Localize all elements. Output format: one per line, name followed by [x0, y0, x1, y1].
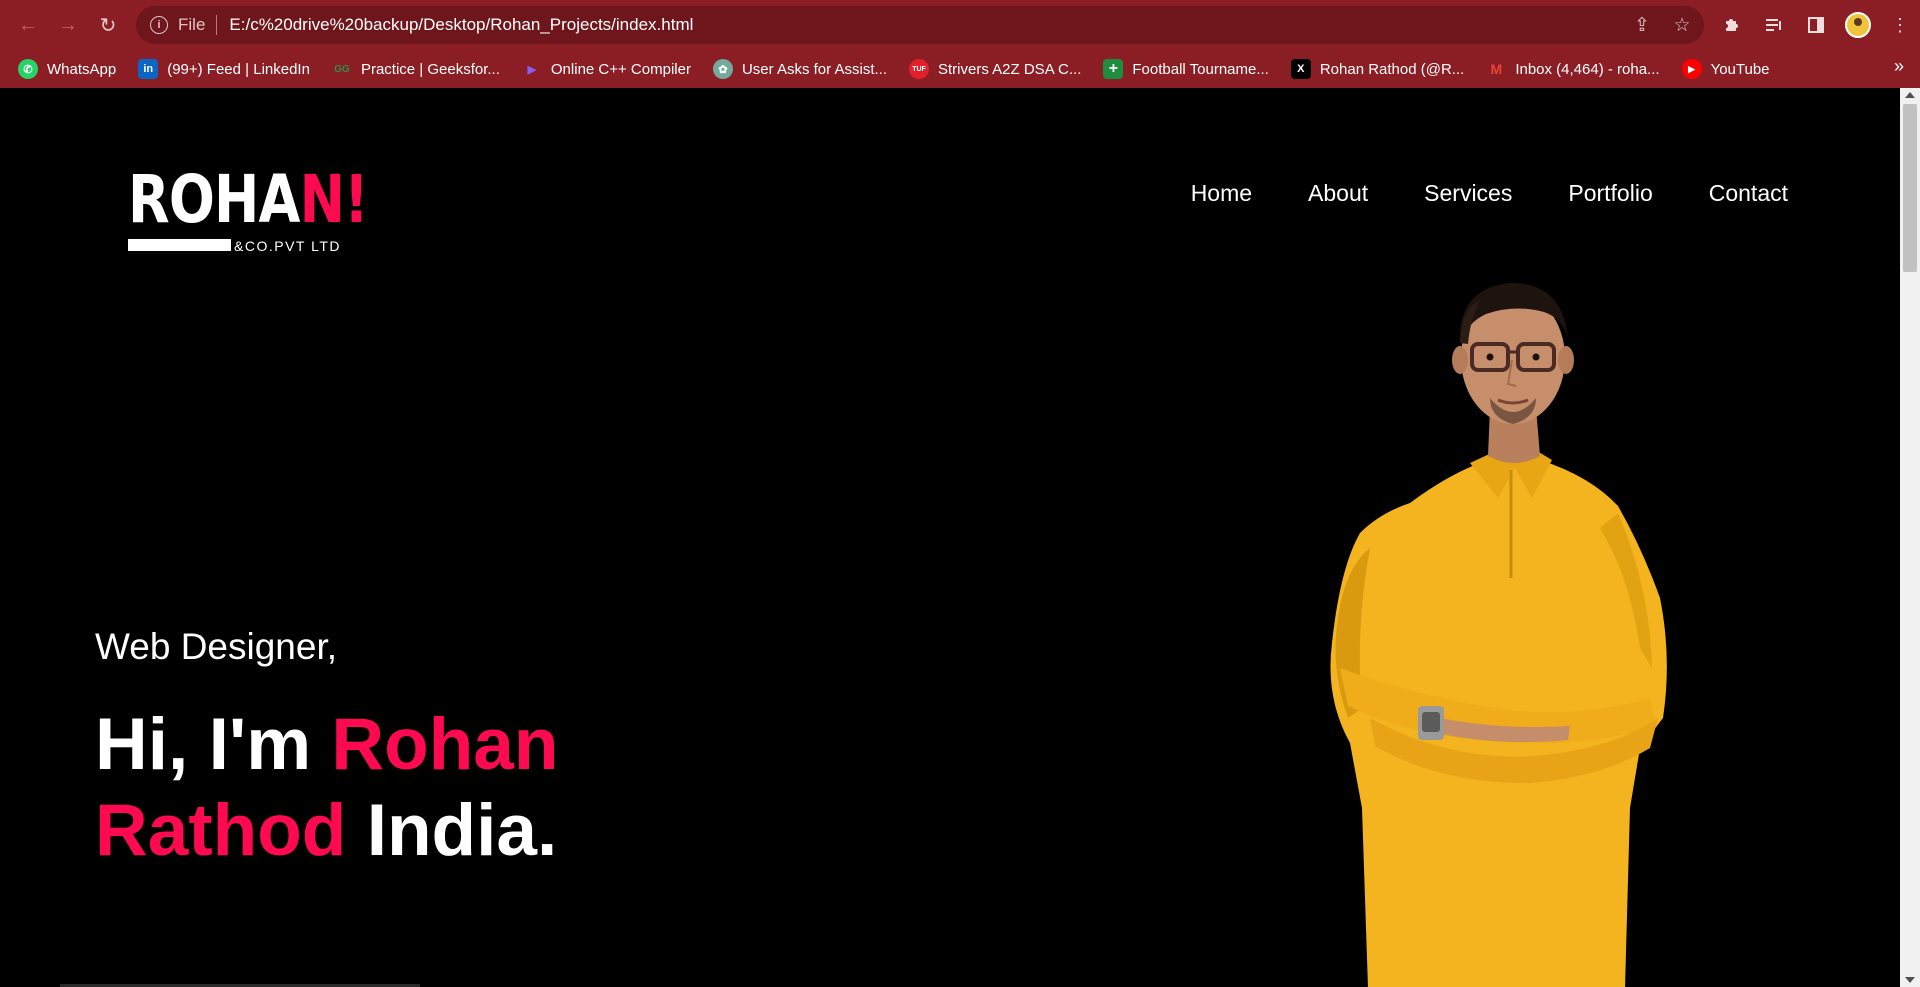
url-text[interactable]: E:/c%20drive%20backup/Desktop/Rohan_Proj…	[229, 15, 693, 35]
nav-portfolio[interactable]: Portfolio	[1568, 180, 1652, 207]
bookmark-whatsapp[interactable]: ✆ WhatsApp	[16, 54, 126, 84]
address-bar[interactable]: i File E:/c%20drive%20backup/Desktop/Roh…	[136, 6, 1704, 44]
nav-about[interactable]: About	[1308, 180, 1368, 207]
url-scheme-label: File	[178, 15, 206, 34]
more-bookmarks-icon[interactable]: »	[1894, 56, 1904, 77]
reload-icon: ↻	[99, 14, 117, 37]
scroll-down-arrow-icon[interactable]	[1905, 977, 1915, 983]
bookmark-youtube[interactable]: ▶ YouTube	[1680, 54, 1780, 84]
avatar	[1845, 12, 1871, 38]
youtube-icon: ▶	[1681, 59, 1702, 79]
gmail-icon: M	[1490, 61, 1503, 77]
bookmark-label: (99+) Feed | LinkedIn	[167, 60, 310, 78]
hero-title-first-name: Rohan	[331, 704, 559, 785]
side-panel-icon[interactable]	[1800, 9, 1832, 41]
nav-contact[interactable]: Contact	[1709, 180, 1788, 207]
bookmark-label: User Asks for Assist...	[741, 60, 887, 78]
bookmark-star-icon[interactable]: ☆	[1670, 14, 1694, 37]
logo-text: ROHA	[128, 161, 300, 238]
bookmark-geeksforgeeks[interactable]: GG Practice | Geeksfor...	[330, 54, 510, 84]
x-icon: X	[1290, 59, 1311, 79]
toolbar-actions: ⋮	[1716, 5, 1916, 45]
bookmark-x[interactable]: X Rohan Rathod (@R...	[1289, 54, 1474, 84]
bookmark-compiler[interactable]: ▶ Online C++ Compiler	[520, 54, 701, 84]
linkedin-icon: in	[138, 59, 159, 79]
logo-accent-text: N!	[299, 161, 369, 238]
hero-title-prefix: Hi, I'm	[95, 704, 332, 785]
browser-toolbar: ← → ↻ i File E:/c%20drive%20backup/Deskt…	[0, 0, 1920, 50]
extensions-icon[interactable]	[1716, 9, 1748, 41]
bookmark-label: YouTube	[1710, 60, 1770, 78]
hero-title-suffix: India.	[346, 790, 558, 871]
logo-subtitle: &CO.PVT LTD	[234, 238, 342, 254]
sheets-icon: +	[1103, 59, 1124, 79]
bookmark-linkedin[interactable]: in (99+) Feed | LinkedIn	[136, 54, 320, 84]
main-navigation: Home About Services Portfolio Contact	[1191, 180, 1788, 207]
bookmark-football[interactable]: + Football Tourname...	[1101, 54, 1278, 84]
bookmark-label: Online C++ Compiler	[550, 60, 691, 78]
scrollbar-thumb[interactable]	[1903, 104, 1917, 272]
site-logo[interactable]: ROHAN! &CO.PVT LTD	[128, 160, 369, 254]
arrow-right-icon: →	[58, 13, 78, 36]
tuf-icon: TUF	[909, 59, 929, 79]
nav-home[interactable]: Home	[1191, 180, 1252, 207]
site-info-icon[interactable]: i	[150, 16, 168, 34]
profile-avatar[interactable]	[1842, 9, 1874, 41]
forward-button[interactable]: →	[48, 5, 88, 45]
reload-button[interactable]: ↻	[88, 5, 128, 45]
logo-wordmark: ROHAN!	[128, 160, 369, 240]
compiler-icon: ▶	[527, 63, 537, 76]
menu-icon[interactable]: ⋮	[1884, 9, 1916, 41]
bookmark-label: Football Tourname...	[1132, 60, 1269, 78]
bookmark-label: Strivers A2Z DSA C...	[938, 60, 1082, 78]
bookmark-chatgpt[interactable]: ✿ User Asks for Assist...	[711, 54, 897, 84]
chatgpt-icon: ✿	[712, 59, 733, 79]
bookmark-label: Rohan Rathod (@R...	[1319, 60, 1465, 78]
hero-title-last-name: Rathod	[95, 790, 347, 871]
whatsapp-icon: ✆	[18, 59, 38, 79]
bookmark-label: Practice | Geeksfor...	[360, 60, 500, 78]
logo-underline-bar	[128, 239, 231, 251]
scroll-up-arrow-icon[interactable]	[1905, 92, 1915, 98]
page-scrollbar[interactable]	[1900, 88, 1920, 987]
address-divider	[216, 15, 218, 35]
web-page: ROHAN! &CO.PVT LTD Home About Services P…	[0, 88, 1900, 987]
portrait-image	[1330, 282, 1667, 987]
media-controls-icon[interactable]	[1758, 9, 1790, 41]
arrow-left-icon: ←	[18, 13, 38, 36]
share-icon[interactable]: ⇪	[1630, 14, 1654, 37]
hero-title: Hi, I'm Rohan Rathod India.	[95, 702, 559, 874]
hero-subtitle: Web Designer,	[95, 626, 337, 667]
bookmark-label: Inbox (4,464) - roha...	[1515, 60, 1660, 78]
bookmark-strivers[interactable]: TUF Strivers A2Z DSA C...	[907, 54, 1091, 84]
address-bar-actions: ⇪ ☆	[1630, 6, 1694, 44]
bookmark-label: WhatsApp	[47, 60, 117, 78]
nav-services[interactable]: Services	[1424, 180, 1512, 207]
bookmark-gmail[interactable]: M Inbox (4,464) - roha...	[1484, 54, 1669, 84]
geeksforgeeks-icon: GG	[334, 63, 350, 75]
bookmarks-bar: ✆ WhatsApp in (99+) Feed | LinkedIn GG P…	[0, 50, 1920, 88]
back-button[interactable]: ←	[8, 5, 48, 45]
